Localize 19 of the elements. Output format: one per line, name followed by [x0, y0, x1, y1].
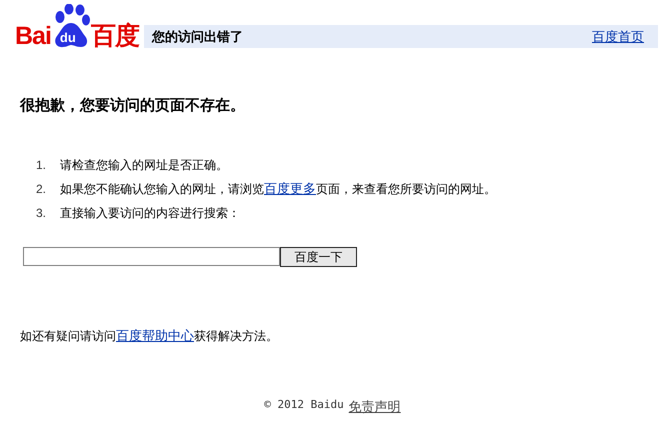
step-number: 2.	[36, 181, 48, 198]
link[interactable]: 百度帮助中心	[116, 329, 194, 344]
step-text: 直接输入要访问的内容进行搜索：	[60, 205, 240, 222]
logo-text: du	[60, 30, 76, 45]
search-button[interactable]: 百度一下	[280, 247, 357, 267]
page-title: 您的访问出错了	[152, 28, 243, 46]
step-text: 请检查您输入的网址是否正确。	[60, 157, 228, 174]
disclaimer-link[interactable]: 免责声明	[348, 398, 401, 416]
logo-text: Bai	[15, 24, 51, 48]
home-link[interactable]: 百度首页	[592, 28, 644, 46]
step-number: 1.	[36, 157, 48, 174]
step-number: 3.	[36, 205, 48, 222]
error-heading: 很抱歉，您要访问的页面不存在。	[20, 96, 246, 115]
link[interactable]: 百度更多	[264, 182, 316, 197]
copyright-text: © 2012 Baidu	[264, 398, 344, 413]
search-field[interactable]	[23, 247, 280, 266]
help-text: 如还有疑问请访问百度帮助中心获得解决方法。	[20, 329, 278, 343]
step-text: 如果您不能确认您输入的网址，请浏览百度更多页面，来查看您所要访问的网址。	[60, 181, 496, 198]
logo-text: 百度	[90, 24, 139, 48]
